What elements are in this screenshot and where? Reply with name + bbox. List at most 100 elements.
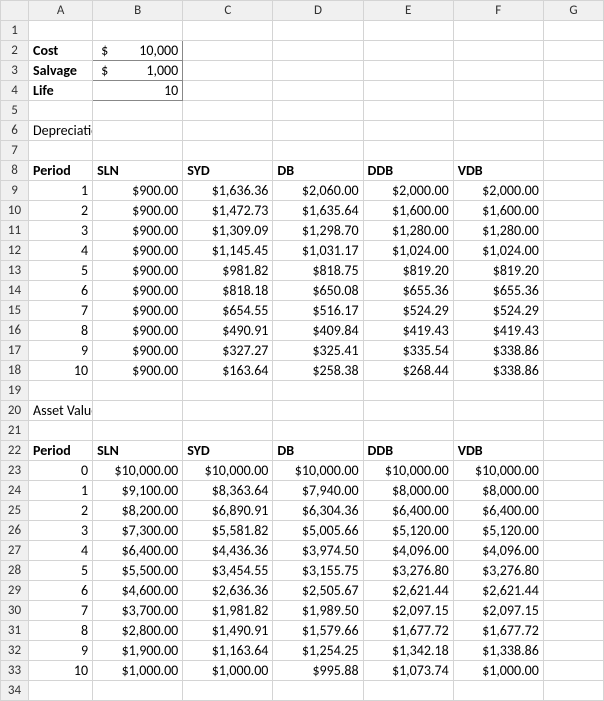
cell-C[interactable] <box>183 141 273 161</box>
av-ddb[interactable]: $6,400.00 <box>363 501 453 521</box>
dep-db[interactable]: $325.41 <box>273 341 363 361</box>
salvage-value[interactable]: $1,000 <box>93 61 183 81</box>
cell-G[interactable] <box>543 521 603 541</box>
dep-ddb[interactable]: $419.43 <box>363 321 453 341</box>
av-sln[interactable]: $9,100.00 <box>93 481 183 501</box>
cell-E[interactable] <box>363 681 453 701</box>
cell-G[interactable] <box>543 181 603 201</box>
row-header-33[interactable]: 33 <box>1 661 29 681</box>
select-all-corner[interactable] <box>1 1 29 21</box>
av-db[interactable]: $995.88 <box>273 661 363 681</box>
cell-F[interactable] <box>453 101 543 121</box>
cell-E[interactable] <box>363 421 453 441</box>
cell-E[interactable] <box>363 401 453 421</box>
cell-F[interactable] <box>453 681 543 701</box>
cell-G[interactable] <box>543 381 603 401</box>
cell-D[interactable] <box>273 21 363 41</box>
av-ddb[interactable]: $10,000.00 <box>363 461 453 481</box>
dep-sln[interactable]: $900.00 <box>93 241 183 261</box>
row-header-34[interactable]: 34 <box>1 681 29 701</box>
av-syd[interactable]: $1,000.00 <box>183 661 273 681</box>
dep-sln[interactable]: $900.00 <box>93 301 183 321</box>
av-db[interactable]: $5,005.66 <box>273 521 363 541</box>
cell-B[interactable] <box>93 421 183 441</box>
av-db[interactable]: $3,974.50 <box>273 541 363 561</box>
hdr2-ddb[interactable]: DDB <box>363 441 453 461</box>
cell-E[interactable] <box>363 101 453 121</box>
av-sln[interactable]: $6,400.00 <box>93 541 183 561</box>
cell-G[interactable] <box>543 241 603 261</box>
cell-F[interactable] <box>453 61 543 81</box>
av-syd[interactable]: $1,490.91 <box>183 621 273 641</box>
dep-syd[interactable]: $1,145.45 <box>183 241 273 261</box>
dep-syd[interactable]: $1,472.73 <box>183 201 273 221</box>
row-header-28[interactable]: 28 <box>1 561 29 581</box>
av-sln[interactable]: $3,700.00 <box>93 601 183 621</box>
hdr-ddb[interactable]: DDB <box>363 161 453 181</box>
dep-vdb[interactable]: $819.20 <box>453 261 543 281</box>
av-db[interactable]: $2,505.67 <box>273 581 363 601</box>
row-header-2[interactable]: 2 <box>1 41 29 61</box>
cell-C[interactable] <box>183 61 273 81</box>
cell-G[interactable] <box>543 61 603 81</box>
dep-sln[interactable]: $900.00 <box>93 181 183 201</box>
cell-C[interactable] <box>183 421 273 441</box>
dep-ddb[interactable]: $1,600.00 <box>363 201 453 221</box>
dep-vdb[interactable]: $2,000.00 <box>453 181 543 201</box>
cell-D[interactable] <box>273 141 363 161</box>
col-header-C[interactable]: C <box>183 1 273 21</box>
av-ddb[interactable]: $2,097.15 <box>363 601 453 621</box>
av-db[interactable]: $6,304.36 <box>273 501 363 521</box>
dep-vdb[interactable]: $338.86 <box>453 341 543 361</box>
cell-G[interactable] <box>543 301 603 321</box>
col-header-A[interactable]: A <box>29 1 93 21</box>
cell-A[interactable] <box>29 381 93 401</box>
av-sln[interactable]: $7,300.00 <box>93 521 183 541</box>
col-header-F[interactable]: F <box>453 1 543 21</box>
cell-F[interactable] <box>453 121 543 141</box>
cell-C[interactable] <box>183 21 273 41</box>
row-header-22[interactable]: 22 <box>1 441 29 461</box>
cell-F[interactable] <box>453 21 543 41</box>
cell-E[interactable] <box>363 21 453 41</box>
cell-G[interactable] <box>543 361 603 381</box>
cell-G[interactable] <box>543 481 603 501</box>
av-sln[interactable]: $8,200.00 <box>93 501 183 521</box>
row-header-30[interactable]: 30 <box>1 601 29 621</box>
dep-syd[interactable]: $327.27 <box>183 341 273 361</box>
cell-A[interactable] <box>29 141 93 161</box>
av-sln[interactable]: $10,000.00 <box>93 461 183 481</box>
av-syd[interactable]: $3,454.55 <box>183 561 273 581</box>
dep-sln[interactable]: $900.00 <box>93 221 183 241</box>
cell-A[interactable] <box>29 421 93 441</box>
cell-G[interactable] <box>543 681 603 701</box>
dep-sln[interactable]: $900.00 <box>93 201 183 221</box>
av-vdb[interactable]: $10,000.00 <box>453 461 543 481</box>
cell-G[interactable] <box>543 641 603 661</box>
row-header-9[interactable]: 9 <box>1 181 29 201</box>
av-ddb[interactable]: $2,621.44 <box>363 581 453 601</box>
row-header-1[interactable]: 1 <box>1 21 29 41</box>
cell-C[interactable] <box>183 681 273 701</box>
dep-syd[interactable]: $490.91 <box>183 321 273 341</box>
col-header-D[interactable]: D <box>273 1 363 21</box>
life-value[interactable]: 10 <box>93 81 183 101</box>
dep-db[interactable]: $650.08 <box>273 281 363 301</box>
dep-db[interactable]: $516.17 <box>273 301 363 321</box>
av-period[interactable]: 5 <box>29 561 93 581</box>
cell-A[interactable] <box>29 21 93 41</box>
row-header-19[interactable]: 19 <box>1 381 29 401</box>
dep-sln[interactable]: $900.00 <box>93 341 183 361</box>
dep-syd[interactable]: $654.55 <box>183 301 273 321</box>
av-db[interactable]: $3,155.75 <box>273 561 363 581</box>
cell-F[interactable] <box>453 141 543 161</box>
cell-G[interactable] <box>543 121 603 141</box>
dep-ddb[interactable]: $819.20 <box>363 261 453 281</box>
av-period[interactable]: 10 <box>29 661 93 681</box>
dep-db[interactable]: $258.38 <box>273 361 363 381</box>
salvage-label[interactable]: Salvage <box>29 61 93 81</box>
av-vdb[interactable]: $6,400.00 <box>453 501 543 521</box>
cell-B[interactable] <box>93 21 183 41</box>
row-header-8[interactable]: 8 <box>1 161 29 181</box>
dep-ddb[interactable]: $2,000.00 <box>363 181 453 201</box>
